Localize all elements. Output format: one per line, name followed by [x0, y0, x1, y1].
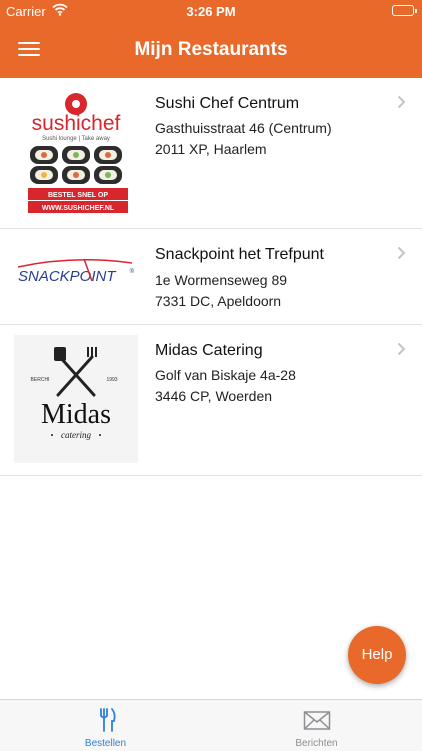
restaurant-address-line1: 1e Wormenseweg 89 — [155, 272, 288, 288]
restaurant-row-snackpoint[interactable]: SNACKPOINT ® Snackpoint het Trefpunt 1e … — [0, 229, 422, 325]
restaurant-address-line2: 7331 DC, Apeldoorn — [155, 293, 282, 309]
status-time: 3:26 PM — [186, 4, 236, 19]
sushichef-banner-1: BESTEL SNEL OP — [48, 192, 108, 199]
midas-logo-text: Midas — [41, 399, 111, 430]
page-title: Mijn Restaurants — [134, 39, 288, 60]
restaurant-name: Snackpoint het Trefpunt — [155, 246, 324, 263]
sushichef-banner-2: WWW.SUSHICHEF.NL — [42, 205, 115, 212]
restaurant-address-line1: Gasthuisstraat 46 (Centrum) — [155, 120, 332, 136]
tab-berichten[interactable]: Berichten — [211, 700, 422, 751]
midas-left-mark: BERCHI — [31, 377, 50, 383]
sushichef-logo: sushichef Sushi lounge | Take away BESTE… — [14, 90, 138, 216]
chevron-right-icon — [397, 95, 406, 109]
restaurant-address-line1: Golf van Biskaje 4a-28 — [155, 367, 296, 383]
sushichef-logo-tagline: Sushi lounge | Take away — [42, 136, 110, 142]
help-button[interactable]: Help — [348, 626, 406, 684]
sushichef-logo-text: sushichef — [32, 112, 121, 135]
snackpoint-logo-text: SNACKPOINT — [18, 268, 117, 285]
status-bar: Carrier 3:26 PM — [0, 0, 422, 22]
snackpoint-logo: SNACKPOINT ® — [14, 241, 138, 301]
chevron-right-icon — [397, 246, 406, 260]
battery-icon — [392, 5, 417, 16]
tab-bestellen[interactable]: Bestellen — [0, 700, 211, 751]
tab-label: Berichten — [295, 738, 338, 749]
fork-knife-icon — [100, 708, 116, 732]
restaurant-name: Sushi Chef Centrum — [155, 95, 300, 112]
restaurant-list: sushichef Sushi lounge | Take away BESTE… — [0, 78, 422, 476]
envelope-icon — [303, 711, 331, 730]
restaurant-row-sushi-chef[interactable]: sushichef Sushi lounge | Take away BESTE… — [0, 78, 422, 229]
tab-label: Bestellen — [84, 738, 127, 749]
tab-bar: Bestellen Berichten — [0, 699, 422, 751]
midas-right-mark: 1993 — [106, 377, 117, 383]
chevron-right-icon — [397, 342, 406, 356]
navigation-bar: Mijn Restaurants — [0, 22, 422, 78]
midas-logo: BERCHI 1993 Midas catering — [14, 335, 138, 463]
snackpoint-logo-mark: ® — [130, 268, 135, 275]
restaurant-address-line2: 3446 CP, Woerden — [155, 388, 273, 404]
restaurant-row-midas[interactable]: BERCHI 1993 Midas catering Midas Caterin… — [0, 325, 422, 476]
restaurant-address-line2: 2011 XP, Haarlem — [155, 141, 267, 157]
midas-logo-subtext: catering — [61, 430, 91, 440]
restaurant-name: Midas Catering — [155, 342, 263, 359]
